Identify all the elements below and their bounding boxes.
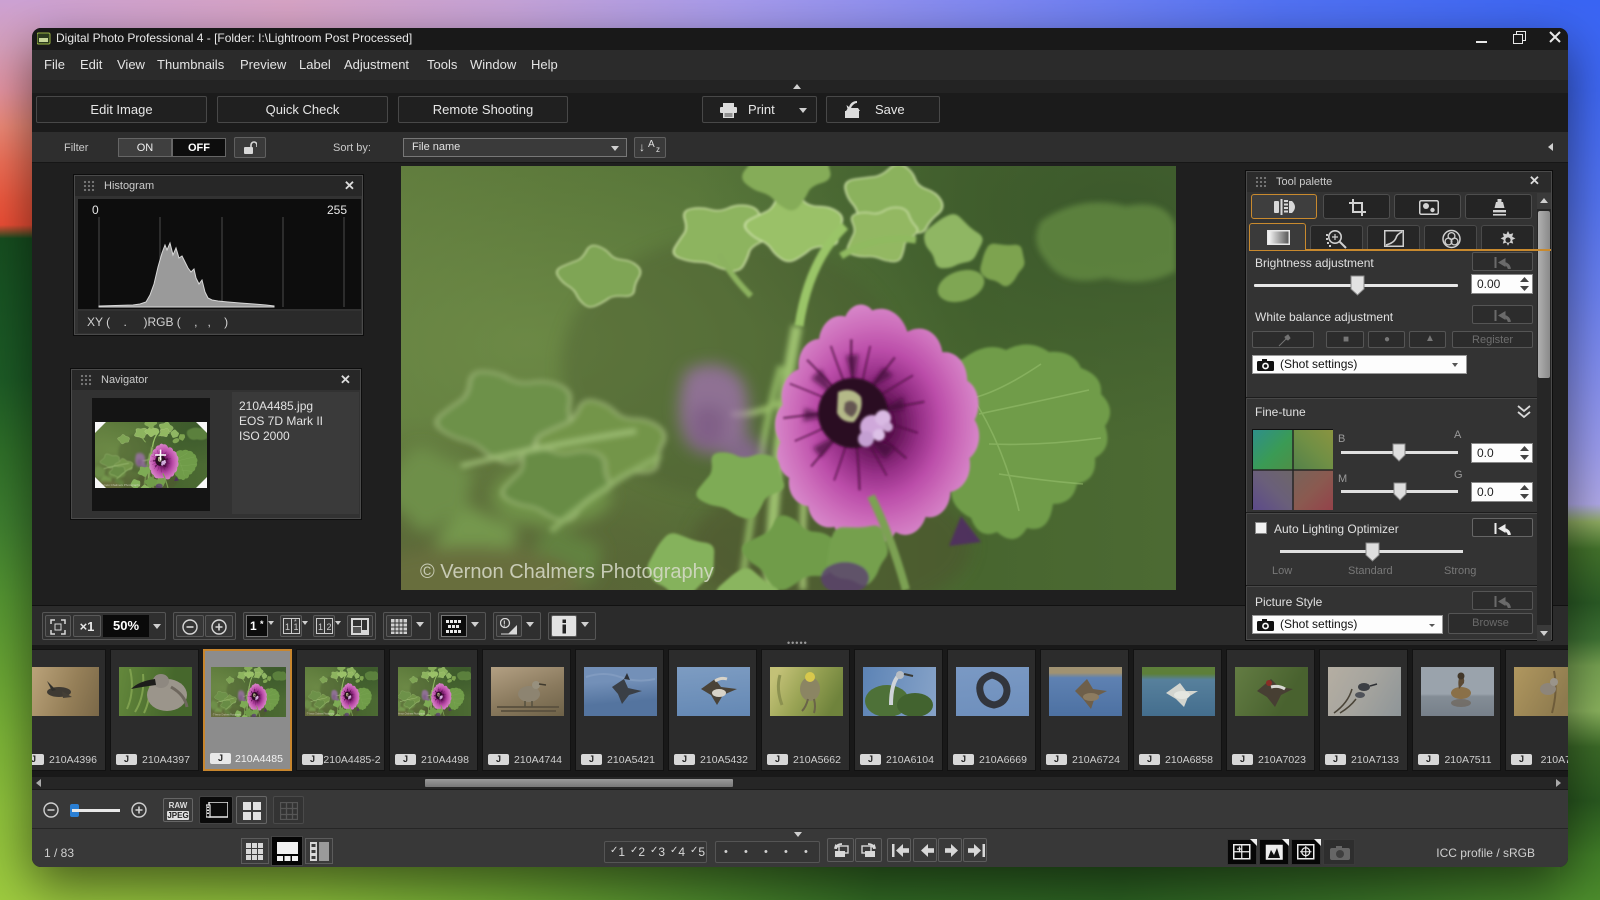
svg-text:*: * [294,619,297,626]
svg-text:1: 1 [285,622,290,632]
svg-text:© Vernon Chalmers Photography: © Vernon Chalmers Photography [420,561,714,583]
svg-text:!: ! [503,620,506,629]
svg-text:1: 1 [318,622,323,632]
svg-text:2: 2 [327,622,332,632]
